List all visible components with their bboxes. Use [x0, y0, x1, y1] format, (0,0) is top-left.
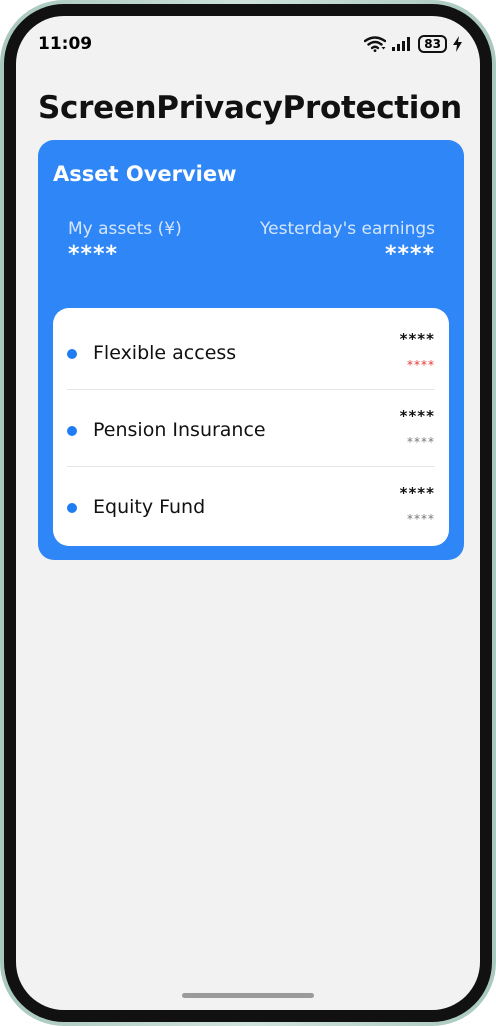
screen: 11:09 83 ScreenPrivacyProtection Asset O…: [16, 16, 480, 1010]
product-change: ****: [407, 512, 435, 526]
list-item-pension-insurance[interactable]: Pension Insurance **** ****: [67, 389, 435, 466]
battery-icon: 83: [418, 35, 447, 53]
product-change: ****: [407, 435, 435, 449]
product-value: ****: [399, 407, 435, 425]
product-value: ****: [399, 330, 435, 348]
product-name: Equity Fund: [93, 496, 206, 518]
asset-overview-title: Asset Overview: [53, 162, 237, 186]
bullet-dot-icon: [67, 349, 77, 359]
list-item-equity-fund[interactable]: Equity Fund **** ****: [67, 466, 435, 543]
signal-icon: [392, 37, 411, 51]
my-assets-value[interactable]: ****: [68, 242, 118, 267]
charging-icon: [453, 36, 462, 52]
status-time: 11:09: [38, 34, 93, 54]
status-icons: 83: [364, 35, 462, 53]
product-name: Pension Insurance: [93, 419, 266, 441]
device-frame: 11:09 83 ScreenPrivacyProtection Asset O…: [0, 0, 496, 1026]
list-item-flexible-access[interactable]: Flexible access **** ****: [67, 312, 435, 389]
battery-level: 83: [424, 37, 441, 51]
my-assets-label: My assets (¥): [68, 219, 182, 239]
asset-overview-card: Asset Overview My assets (¥) **** Yester…: [38, 140, 464, 560]
bullet-dot-icon: [67, 503, 77, 513]
yesterday-earnings-label: Yesterday's earnings: [260, 219, 435, 239]
home-indicator[interactable]: [182, 993, 314, 998]
yesterday-earnings-value[interactable]: ****: [385, 242, 435, 267]
product-list: Flexible access **** **** Pension Insura…: [53, 308, 449, 546]
bullet-dot-icon: [67, 426, 77, 436]
product-value: ****: [399, 484, 435, 502]
product-name: Flexible access: [93, 342, 237, 364]
device-bezel: 11:09 83 ScreenPrivacyProtection Asset O…: [4, 4, 492, 1022]
wifi-icon: [364, 36, 387, 52]
page-title: ScreenPrivacyProtection: [38, 90, 462, 126]
product-change: ****: [407, 358, 435, 372]
status-bar: 11:09 83: [16, 16, 480, 72]
